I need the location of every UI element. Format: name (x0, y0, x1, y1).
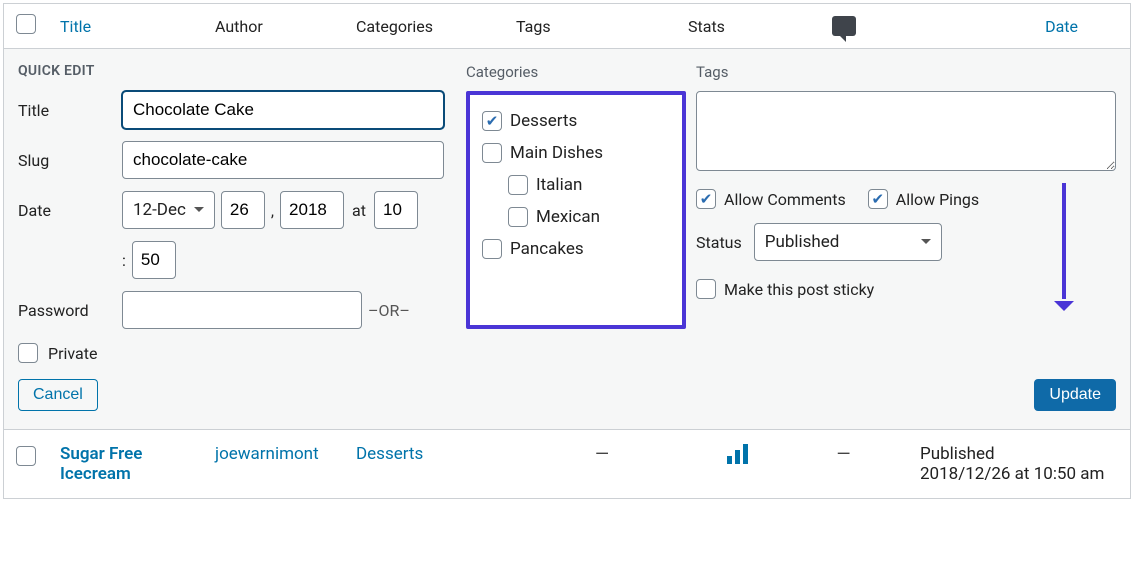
row-date: Published 2018/12/26 at 10:50 am (900, 444, 1118, 484)
sticky-checkbox[interactable] (696, 279, 716, 299)
category-checkbox[interactable] (508, 175, 528, 195)
categories-heading: Categories (466, 63, 686, 81)
update-button[interactable]: Update (1034, 379, 1116, 411)
bar-chart-icon (727, 444, 748, 464)
tags-input[interactable] (696, 91, 1116, 171)
cancel-button[interactable]: Cancel (18, 379, 98, 411)
category-label: Main Dishes (510, 143, 603, 163)
label-sticky: Make this post sticky (724, 280, 874, 299)
row-tags: — (516, 444, 688, 465)
category-checkbox[interactable] (482, 111, 502, 131)
label-status: Status (696, 233, 742, 252)
row-title-link[interactable]: Sugar Free Icecream (60, 444, 215, 484)
row-comments: — (787, 444, 900, 465)
day-input[interactable] (221, 191, 265, 229)
category-label: Mexican (536, 207, 600, 227)
quick-edit-panel: QUICK EDIT Title Slug Date 12-Dec , (4, 49, 1130, 430)
column-title[interactable]: Title (60, 17, 215, 36)
row-stats-icon[interactable] (688, 444, 787, 464)
allow-comments-checkbox[interactable] (696, 189, 716, 209)
hour-input[interactable] (374, 191, 418, 229)
column-date[interactable]: Date (900, 17, 1118, 36)
time-colon: : (122, 251, 126, 270)
select-all-checkbox[interactable] (16, 14, 36, 34)
column-author: Author (215, 17, 356, 36)
category-item-italian[interactable]: Italian (478, 169, 674, 201)
or-separator: –OR– (362, 301, 416, 320)
row-checkbox[interactable] (16, 446, 36, 466)
comment-icon (832, 16, 856, 36)
category-label: Italian (536, 175, 582, 195)
year-input[interactable] (280, 191, 344, 229)
row-author-link[interactable]: joewarnimont (215, 444, 356, 464)
month-select[interactable]: 12-Dec (122, 191, 215, 229)
category-checkbox[interactable] (482, 239, 502, 259)
label-slug: Slug (18, 151, 122, 170)
label-private: Private (48, 344, 97, 363)
column-categories: Categories (356, 17, 516, 36)
category-label: Desserts (510, 111, 577, 131)
minute-input[interactable] (132, 241, 176, 279)
category-item-desserts[interactable]: Desserts (478, 105, 674, 137)
category-label: Pancakes (510, 239, 584, 259)
category-checkbox[interactable] (482, 143, 502, 163)
row-category-link[interactable]: Desserts (356, 444, 516, 464)
category-item-mexican[interactable]: Mexican (478, 201, 674, 233)
table-header: Title Author Categories Tags Stats Date (4, 4, 1130, 49)
table-row: Sugar Free Icecream joewarnimont Dessert… (4, 430, 1130, 498)
private-checkbox[interactable] (18, 343, 38, 363)
label-allow-pings: Allow Pings (896, 190, 979, 209)
status-select[interactable]: Published (754, 223, 942, 261)
password-input[interactable] (122, 291, 362, 329)
label-date: Date (18, 201, 122, 220)
annotation-arrow (1062, 183, 1066, 299)
category-item-pancakes[interactable]: Pancakes (478, 233, 674, 265)
label-allow-comments: Allow Comments (724, 190, 846, 209)
at-separator: at (350, 201, 368, 220)
column-stats: Stats (688, 17, 787, 36)
column-tags: Tags (516, 17, 688, 36)
category-item-main-dishes[interactable]: Main Dishes (478, 137, 674, 169)
category-checkbox[interactable] (508, 207, 528, 227)
label-title: Title (18, 101, 122, 120)
column-comments-icon[interactable] (787, 16, 900, 36)
title-input[interactable] (122, 91, 444, 129)
tags-heading: Tags (696, 63, 1116, 81)
allow-pings-checkbox[interactable] (868, 189, 888, 209)
slug-input[interactable] (122, 141, 444, 179)
label-password: Password (18, 301, 122, 320)
quick-edit-heading: QUICK EDIT (18, 63, 456, 79)
categories-box[interactable]: Desserts Main Dishes Italian Mexican (466, 91, 686, 329)
